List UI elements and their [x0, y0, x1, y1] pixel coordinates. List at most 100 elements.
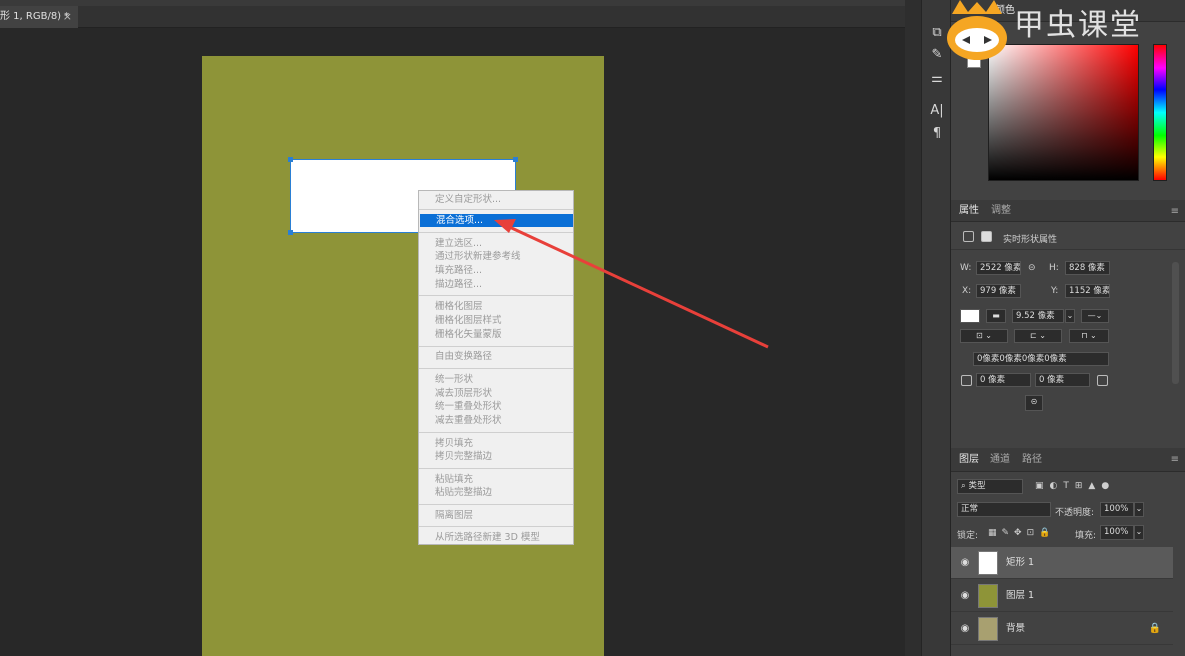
eye-icon[interactable]: ◉ — [959, 557, 971, 569]
eye-icon[interactable]: ◉ — [959, 623, 971, 635]
menu-item-make-selection[interactable]: 建立选区... — [419, 237, 573, 250]
layer-filter-dropdown[interactable]: ⌕ 类型 — [957, 479, 1023, 494]
stroke-corners-dropdown[interactable]: ⊓ ⌄ — [1069, 329, 1109, 343]
menu-item-isolate-layers[interactable]: 隔离图层 — [419, 509, 573, 522]
corner-radius-field-1[interactable]: 0 像素 — [976, 373, 1031, 387]
layer-name: 图层 1 — [1006, 590, 1035, 601]
corner-top-left-icon — [961, 375, 972, 386]
menu-item-blending-options[interactable]: 混合选项... — [420, 214, 573, 227]
corner-radius-field-2[interactable]: 0 像素 — [1035, 373, 1090, 387]
fill-dropdown[interactable]: ⌄ — [1134, 525, 1144, 540]
watermark-logo: 甲虫课堂 — [942, 0, 1185, 60]
opacity-field[interactable]: 100% — [1100, 502, 1134, 517]
document-tab[interactable]: 形 1, RGB/8) * × — [0, 6, 78, 28]
menu-separator — [419, 432, 573, 433]
menu-item-copy-fill[interactable]: 拷贝填充 — [419, 437, 573, 450]
transform-handle[interactable] — [288, 230, 293, 235]
x-field[interactable]: 979 像素 — [976, 284, 1021, 298]
menu-item-paste-complete-stroke[interactable]: 粘贴完整描边 — [419, 486, 573, 499]
menu-item-fill-path[interactable]: 填充路径... — [419, 264, 573, 277]
panel-menu-icon[interactable]: ≡ — [1171, 206, 1179, 217]
photoshop-window: 形 1, RGB/8) * × 定义自定形状... 混合选项... 建立选区..… — [0, 0, 1185, 656]
fill-label: 填充: — [1075, 531, 1097, 541]
menu-separator — [419, 368, 573, 369]
stroke-type-dropdown[interactable]: —⌄ — [1081, 309, 1109, 323]
layer-row-background[interactable]: ◉ 背景 🔒 — [951, 613, 1173, 645]
menu-item-subtract-front-shape[interactable]: 减去顶层形状 — [419, 387, 573, 400]
blend-mode-dropdown[interactable]: 正常 — [957, 502, 1051, 517]
stroke-align-dropdown[interactable]: ⊡ ⌄ — [960, 329, 1008, 343]
lock-options-icons[interactable]: ▦✎✥⊡🔒 — [988, 528, 1055, 538]
menu-item-rasterize-layer[interactable]: 栅格化图层 — [419, 300, 573, 313]
y-label: Y: — [1051, 286, 1059, 296]
menu-item-rasterize-vector-mask[interactable]: 栅格化矢量蒙版 — [419, 328, 573, 341]
opacity-dropdown[interactable]: ⌄ — [1134, 502, 1144, 517]
fill-swatch[interactable] — [960, 309, 980, 323]
hue-slider[interactable] — [1153, 44, 1167, 181]
stroke-width-field[interactable]: 9.52 像素 — [1012, 309, 1064, 323]
adjustments-icon[interactable]: ⚌ — [928, 70, 946, 88]
panel-toolstrip: ⧉ ✎ ⚌ A| ¶ — [921, 0, 951, 656]
panel-gutter — [905, 0, 921, 656]
tab-properties[interactable]: 属性 — [959, 200, 979, 222]
transform-handle[interactable] — [513, 157, 518, 162]
menu-item-subtract-overlap[interactable]: 减去重叠处形状 — [419, 414, 573, 427]
menu-item-free-transform-path[interactable]: 自由变换路径 — [419, 350, 573, 363]
stroke-swatch[interactable]: ▬ — [986, 309, 1006, 323]
menu-separator — [419, 295, 573, 296]
width-field[interactable]: 2522 像素 — [976, 261, 1021, 275]
layer-thumbnail — [978, 584, 998, 608]
tab-channels[interactable]: 通道 — [990, 448, 1010, 470]
menu-item-stroke-path[interactable]: 描边路径... — [419, 278, 573, 291]
document-tab-title: 形 1, RGB/8) * — [0, 11, 70, 22]
menu-item-new-3d-from-path[interactable]: 从所选路径新建 3D 模型 — [419, 531, 573, 544]
menu-item-paste-fill[interactable]: 粘贴填充 — [419, 473, 573, 486]
menu-separator — [419, 504, 573, 505]
menu-item-copy-complete-stroke[interactable]: 拷贝完整描边 — [419, 450, 573, 463]
opacity-label: 不透明度: — [1055, 508, 1095, 518]
menu-separator — [419, 232, 573, 233]
menu-item-unite-shapes[interactable]: 统一形状 — [419, 373, 573, 386]
stroke-caps-dropdown[interactable]: ⊏ ⌄ — [1014, 329, 1062, 343]
eye-icon[interactable]: ◉ — [959, 590, 971, 602]
layer-thumbnail — [978, 551, 998, 575]
link-radii-button[interactable]: ⊝ — [1025, 395, 1043, 411]
tab-adjustments[interactable]: 调整 — [991, 200, 1011, 222]
corner-top-right-icon — [1097, 375, 1108, 386]
fill-field[interactable]: 100% — [1100, 525, 1134, 540]
lock-label: 锁定: — [957, 531, 979, 541]
layer-row-layer1[interactable]: ◉ 图层 1 — [951, 580, 1173, 612]
link-icon[interactable]: ⊝ — [1028, 263, 1036, 273]
tab-layers[interactable]: 图层 — [959, 448, 979, 470]
menu-separator — [419, 209, 573, 210]
paragraph-icon[interactable]: ¶ — [928, 125, 946, 143]
stroke-width-dropdown[interactable]: ⌄ — [1065, 309, 1075, 323]
mask-properties-icon — [981, 231, 992, 242]
close-tab-icon[interactable]: × — [63, 6, 72, 28]
layer-thumbnail — [978, 617, 998, 641]
menu-item-define-custom-shape[interactable]: 定义自定形状... — [419, 193, 573, 206]
right-panels: 颜色 属性 调整 ≡ 实时形状属性 W: 2522 像素 ⊝ H: 828 像素… — [951, 0, 1185, 656]
y-field[interactable]: 1152 像素 — [1065, 284, 1110, 298]
tab-paths[interactable]: 路径 — [1022, 448, 1042, 470]
menu-separator — [419, 346, 573, 347]
panel-menu-icon[interactable]: ≡ — [1171, 454, 1179, 465]
layer-filter-label: 类型 — [968, 481, 986, 491]
color-picker-field[interactable] — [988, 44, 1139, 181]
transform-handle[interactable] — [288, 157, 293, 162]
properties-scrollbar[interactable] — [1172, 262, 1179, 384]
watermark-text: 甲虫课堂 — [1014, 8, 1142, 43]
lock-icon: 🔒 — [1148, 623, 1161, 634]
character-icon[interactable]: A| — [928, 102, 946, 120]
shape-properties-icon — [963, 231, 974, 242]
document-tab-bar: 形 1, RGB/8) * × — [0, 6, 921, 28]
corner-radii-field[interactable]: 0像素0像素0像素0像素 — [973, 352, 1109, 366]
height-field[interactable]: 828 像素 — [1065, 261, 1110, 275]
x-label: X: — [962, 286, 972, 296]
menu-item-new-guides-from-shape[interactable]: 通过形状新建参考线 — [419, 250, 573, 263]
menu-item-rasterize-layer-style[interactable]: 栅格化图层样式 — [419, 314, 573, 327]
menu-item-unite-overlap[interactable]: 统一重叠处形状 — [419, 400, 573, 413]
properties-panel-header: 属性 调整 ≡ — [951, 200, 1185, 222]
layer-row-rectangle[interactable]: ◉ 矩形 1 — [951, 547, 1173, 579]
layer-filter-icons[interactable]: ▣◐T⊞▲● — [1035, 481, 1115, 491]
